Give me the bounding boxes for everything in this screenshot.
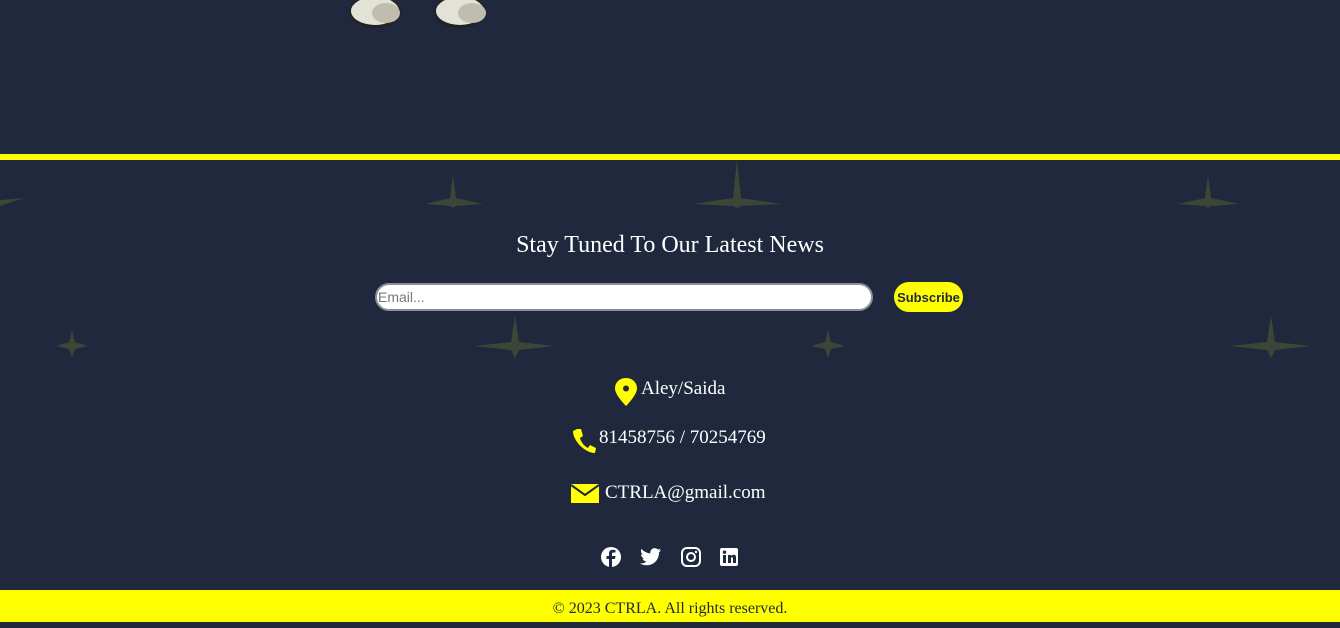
copyright-text: © 2023 CTRLA. All rights reserved. (552, 600, 788, 617)
star-decoration (0, 160, 1311, 358)
left-shoe-illustration (349, 0, 401, 28)
phone-text: 81458756 / 70254769 (599, 427, 766, 448)
contact-phone: 81458756 / 70254769 (572, 427, 766, 454)
linkedin-icon[interactable] (718, 546, 740, 568)
location-text: Aley/Saida (641, 378, 726, 399)
hero-bottom (0, 0, 1340, 154)
footer-bar: © 2023 CTRLA. All rights reserved. (0, 590, 1340, 622)
contact-location: Aley/Saida (614, 377, 725, 407)
email-text: CTRLA@gmail.com (605, 482, 766, 503)
right-shoe-illustration (434, 0, 486, 28)
phone-icon (573, 429, 596, 453)
instagram-icon[interactable] (680, 546, 702, 568)
social-links (600, 546, 740, 568)
location-pin-icon (615, 378, 637, 406)
envelope-icon (571, 483, 599, 503)
contact-email: CTRLA@gmail.com (571, 482, 766, 504)
subscribe-button[interactable]: Subscribe (894, 282, 963, 312)
email-input[interactable] (375, 283, 873, 311)
facebook-icon[interactable] (600, 546, 622, 568)
newsletter-heading: Stay Tuned To Our Latest News (516, 232, 824, 258)
twitter-icon[interactable] (640, 546, 662, 568)
